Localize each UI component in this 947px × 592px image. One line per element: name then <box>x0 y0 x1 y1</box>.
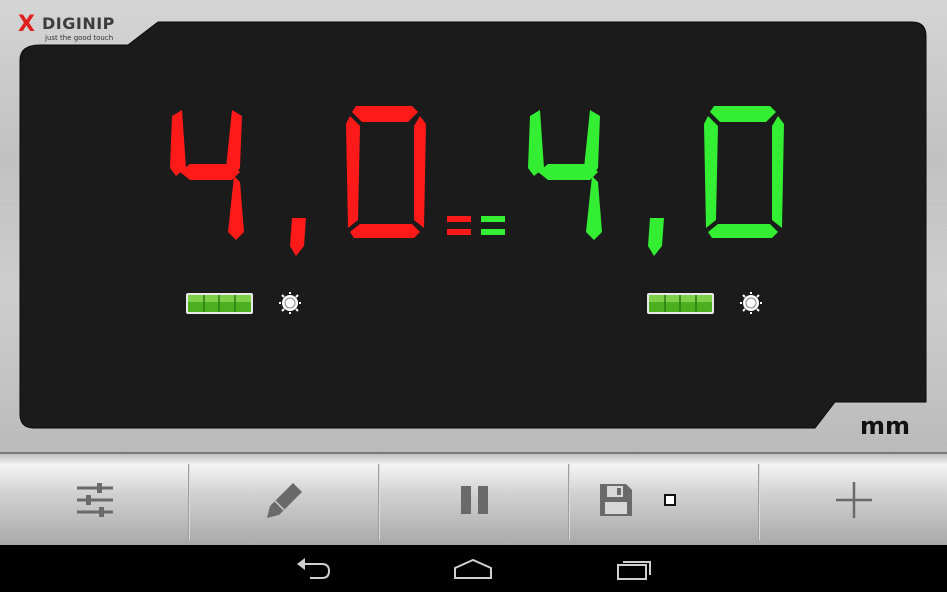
sliders-icon <box>76 482 113 517</box>
toolbar <box>0 452 947 545</box>
unit-label: mm <box>860 412 911 440</box>
recent-apps-button[interactable] <box>604 551 664 587</box>
plus-icon <box>835 481 872 518</box>
pause-icon <box>460 485 488 514</box>
edit-button[interactable] <box>190 454 379 545</box>
home-icon <box>454 558 492 579</box>
left-brightness-icon[interactable] <box>279 292 301 314</box>
pencil-icon <box>266 482 302 518</box>
right-brightness-icon[interactable] <box>740 292 762 314</box>
recent-apps-icon <box>617 561 651 580</box>
back-icon <box>297 558 331 579</box>
left-bubble-level-icon <box>186 293 253 314</box>
save-button[interactable] <box>570 454 759 545</box>
pause-button[interactable] <box>380 454 569 545</box>
back-button[interactable] <box>284 551 344 587</box>
add-button[interactable] <box>760 454 947 545</box>
measurement-display <box>19 21 927 429</box>
home-button[interactable] <box>443 551 503 587</box>
settings-button[interactable] <box>0 454 189 545</box>
system-navigation-bar <box>0 545 947 592</box>
save-checkbox[interactable] <box>664 493 676 506</box>
save-icon <box>600 483 632 516</box>
right-bubble-level-icon <box>647 293 714 314</box>
